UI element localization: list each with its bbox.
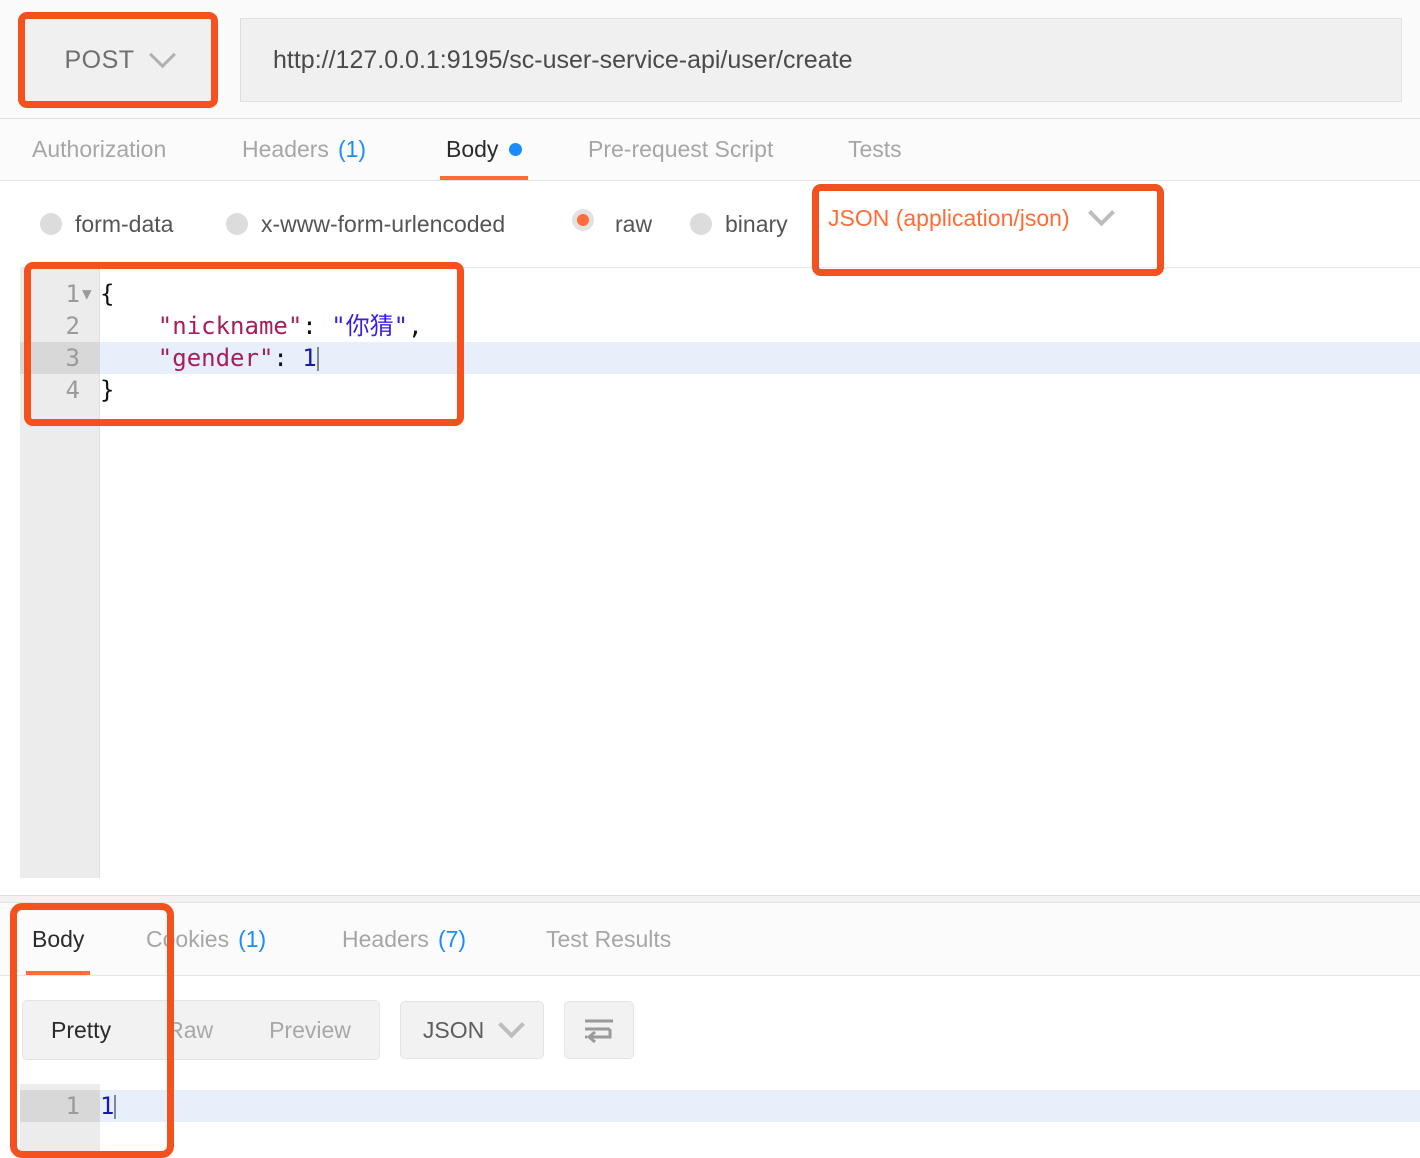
response-tab-label: Headers: [342, 925, 429, 952]
body-type-label: x-www-form-urlencoded: [261, 210, 506, 237]
code-line: 4}: [66, 374, 1420, 406]
body-type-label: binary: [725, 210, 788, 237]
code-token-num: 1: [100, 1092, 115, 1120]
http-method-selector[interactable]: POST: [22, 18, 214, 102]
response-tab-headers[interactable]: Headers (7): [336, 903, 472, 975]
content-type-label: JSON (application/json): [828, 205, 1070, 231]
response-format-group: Pretty Raw Preview: [22, 1000, 380, 1060]
code-token-punc: {: [100, 280, 115, 308]
response-tab-label: Test Results: [546, 925, 672, 952]
body-type-raw[interactable]: raw: [572, 209, 652, 239]
body-type-x-www-form-urlencoded[interactable]: x-www-form-urlencoded: [226, 211, 505, 238]
code-token-num: 1: [302, 344, 317, 372]
response-tab-label: Body: [32, 925, 85, 952]
word-wrap-icon[interactable]: [564, 1001, 635, 1059]
response-format-preview[interactable]: Preview: [241, 1001, 379, 1059]
request-tab-label: Authorization: [32, 136, 167, 162]
code-token-key: "gender": [157, 344, 274, 372]
response-tab-test-results[interactable]: Test Results: [540, 903, 677, 975]
response-language-dropdown[interactable]: JSON: [399, 1001, 545, 1059]
code-line: 1 ▼ {: [66, 278, 1420, 310]
response-editor-code[interactable]: 11: [20, 1084, 1420, 1158]
response-language-label: JSON: [422, 1016, 485, 1043]
line-number: 1: [65, 1092, 80, 1120]
text-cursor: [114, 1095, 117, 1119]
code-token-punc: }: [100, 376, 115, 404]
response-format-pretty[interactable]: Pretty: [23, 1001, 140, 1059]
response-format-raw[interactable]: Raw: [139, 1001, 242, 1059]
request-tab-pre-request-script[interactable]: Pre-request Script: [582, 119, 779, 180]
chevron-down-icon: [1087, 199, 1115, 227]
chevron-down-icon: [498, 1010, 526, 1038]
code-line: 3 "gender": 1: [20, 342, 1420, 374]
request-tab-label: Headers: [242, 136, 329, 162]
code-line: 11: [20, 1090, 1420, 1122]
request-tab-label: Tests: [848, 136, 902, 162]
code-token-punc: ,: [408, 312, 423, 340]
request-editor-code[interactable]: 1 ▼{2 "nickname": "你猜", 3 "gender": 1 4}: [20, 268, 1420, 878]
response-tab-count: (1): [238, 925, 267, 952]
request-body-editor[interactable]: 1 ▼{2 "nickname": "你猜", 3 "gender": 1 4}: [20, 267, 1420, 878]
request-bar: POST http://127.0.0.1:9195/sc-user-servi…: [0, 0, 1420, 119]
code-token-punc: [100, 312, 158, 340]
request-tab-body[interactable]: Body: [440, 119, 529, 180]
body-modified-dot-icon: [509, 143, 523, 156]
body-type-label: form-data: [75, 210, 174, 237]
panel-splitter[interactable]: [0, 895, 1420, 903]
radio-button-icon[interactable]: [690, 213, 712, 235]
body-type-binary[interactable]: binary: [690, 211, 788, 238]
chevron-down-icon: [148, 40, 176, 68]
radio-button-icon[interactable]: [40, 213, 62, 235]
code-token-punc: :: [302, 312, 332, 340]
request-tab-label: Body: [446, 136, 499, 162]
line-number: 4: [65, 376, 80, 404]
code-token-punc: [100, 344, 158, 372]
text-cursor: [316, 347, 319, 371]
line-number: 3: [65, 344, 80, 372]
code-token-key: "nickname": [157, 312, 303, 340]
radio-button-icon[interactable]: [226, 213, 248, 235]
body-type-label: raw: [615, 210, 653, 237]
fold-toggle-icon[interactable]: ▼: [82, 278, 92, 310]
body-type-form-data[interactable]: form-data: [40, 211, 173, 238]
response-tab-body[interactable]: Body: [26, 903, 91, 975]
url-input-field[interactable]: http://127.0.0.1:9195/sc-user-service-ap…: [240, 18, 1402, 102]
line-number: 1: [65, 280, 80, 308]
response-tab-cookies[interactable]: Cookies (1): [140, 903, 272, 975]
code-token-str: "你猜": [331, 312, 409, 340]
request-tab-authorization[interactable]: Authorization: [26, 119, 172, 180]
request-tab-count: (1): [337, 136, 367, 162]
response-body-editor[interactable]: 11: [20, 1084, 1420, 1158]
word-wrap-glyph: [585, 1019, 614, 1044]
code-line: 2 "nickname": "你猜",: [66, 310, 1420, 342]
response-tab-bar: Body Cookies (1) Headers (7) Test Results: [0, 903, 1420, 976]
code-token-punc: :: [273, 344, 303, 372]
http-method-label: POST: [64, 45, 135, 74]
response-tab-label: Cookies: [146, 925, 230, 952]
request-tab-label: Pre-request Script: [588, 136, 774, 162]
request-tab-headers[interactable]: Headers (1): [236, 119, 372, 180]
content-type-dropdown[interactable]: JSON (application/json): [828, 199, 1115, 232]
request-tab-bar: Authorization Headers (1) Body Pre-request S…: [0, 119, 1420, 181]
request-tab-tests[interactable]: Tests: [842, 119, 908, 180]
response-tab-count: (7): [437, 925, 467, 952]
response-toolbar: Pretty Raw Preview JSON: [0, 976, 1420, 1084]
radio-button-icon[interactable]: [572, 209, 602, 239]
body-type-row: JSON (application/json) form-data x-www-f…: [0, 181, 1420, 267]
line-number: 2: [65, 312, 80, 340]
url-text: http://127.0.0.1:9195/sc-user-service-ap…: [273, 45, 853, 74]
